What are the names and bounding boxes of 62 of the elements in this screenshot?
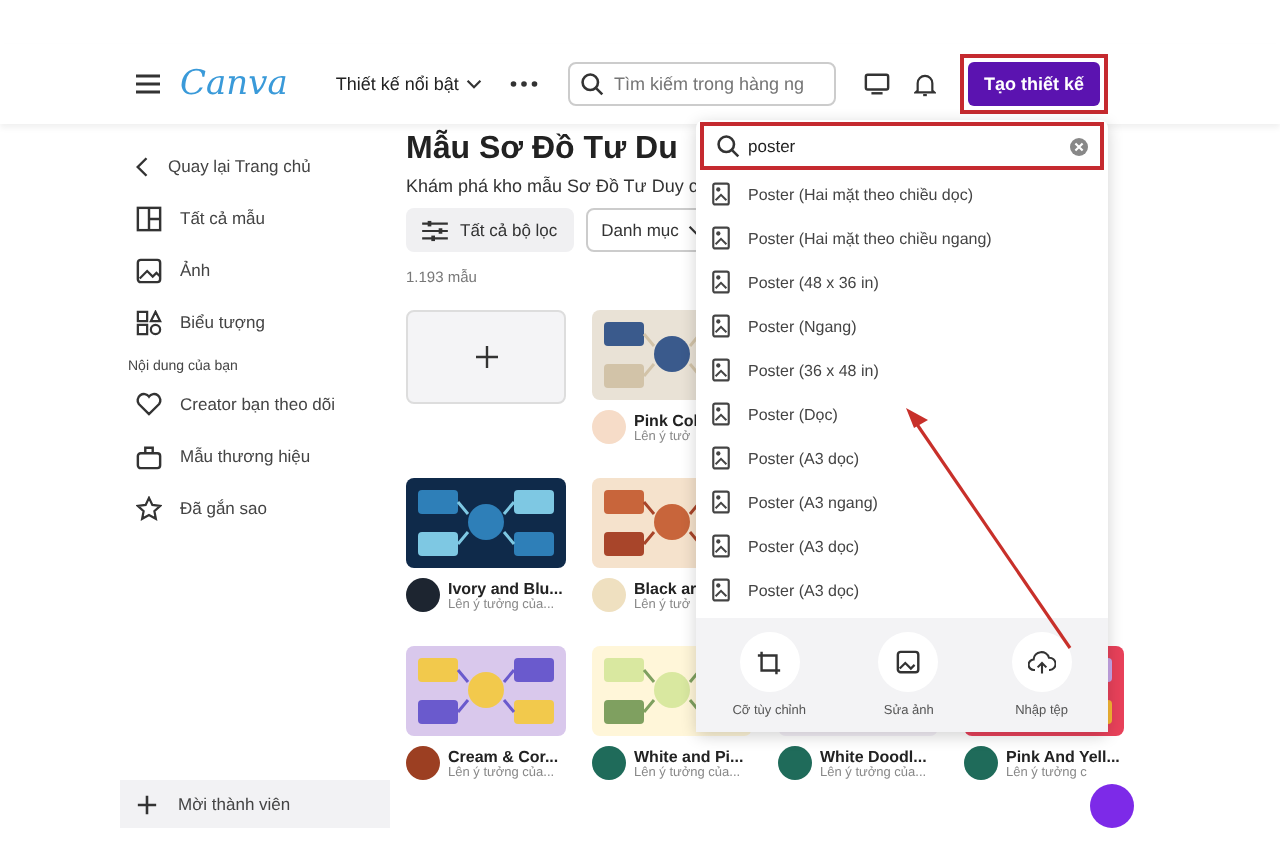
image-icon: [895, 649, 922, 675]
poster-icon: [712, 490, 730, 514]
search-suggestion[interactable]: Poster (36 x 48 in): [696, 348, 1108, 392]
search-suggestion[interactable]: Poster (48 x 36 in): [696, 260, 1108, 304]
search-suggestion[interactable]: Poster (A3 dọc): [696, 568, 1108, 612]
action-button[interactable]: [739, 632, 800, 692]
sidebar-item[interactable]: Biểu tượng: [120, 296, 390, 348]
crop-icon: [756, 649, 783, 675]
search-suggestion[interactable]: Poster (Dọc): [696, 392, 1108, 436]
action-button[interactable]: [1011, 632, 1072, 692]
cloud-upload-icon: [1027, 649, 1056, 675]
sidebar-item[interactable]: Đã gắn sao: [120, 482, 390, 534]
create-design-button[interactable]: Tạo thiết kế: [967, 62, 1100, 106]
briefcase-icon: [136, 443, 162, 469]
more-icon[interactable]: [510, 80, 539, 88]
search-suggestion[interactable]: Poster (A3 dọc): [696, 524, 1108, 568]
heart-icon: [136, 392, 162, 416]
sidebar-item[interactable]: Tất cả mẫu: [120, 192, 390, 244]
sliders-icon: [422, 219, 448, 241]
all-filters-button[interactable]: Tất cả bộ lọc: [406, 208, 574, 252]
poster-icon: [712, 270, 730, 294]
search-icon: [716, 134, 740, 158]
template-title[interactable]: White and Pi...: [634, 747, 744, 765]
poster-icon: [712, 226, 730, 250]
chevron-left-icon: [136, 155, 150, 177]
bell-icon[interactable]: [913, 71, 936, 97]
sidebar-item[interactable]: Creator bạn theo dõi: [120, 378, 390, 430]
caret-icon: [466, 78, 483, 90]
search-suggestion[interactable]: Poster (A3 ngang): [696, 480, 1108, 524]
poster-icon: [712, 578, 730, 602]
template-title[interactable]: Cream & Cor...: [448, 747, 559, 765]
poster-icon: [712, 446, 730, 470]
search-suggestion[interactable]: Poster (A3 dọc): [696, 436, 1108, 480]
image-icon: [136, 257, 162, 283]
poster-icon: [712, 314, 730, 338]
star-icon: [136, 495, 162, 521]
help-bubble[interactable]: [1090, 784, 1134, 828]
poster-icon: [712, 534, 730, 558]
template-title[interactable]: White Doodl...: [820, 747, 927, 765]
poster-icon: [712, 402, 730, 426]
invite-members-button[interactable]: Mời thành viên: [120, 780, 390, 828]
template-title[interactable]: Ivory and Blu...: [448, 579, 563, 597]
monitor-icon[interactable]: [863, 72, 890, 96]
poster-icon: [712, 182, 730, 206]
sidebar-item[interactable]: Ảnh: [120, 244, 390, 296]
template-title[interactable]: Black ar: [634, 579, 697, 597]
action-button[interactable]: [878, 632, 939, 692]
search-field[interactable]: Tìm kiếm trong hàng ng: [567, 62, 836, 106]
plus-icon: [136, 793, 158, 815]
template-title[interactable]: Pink And Yell...: [1006, 747, 1120, 765]
menu-icon[interactable]: [136, 74, 160, 94]
sidebar-item[interactable]: Mẫu thương hiệu: [120, 430, 390, 482]
layout-icon: [136, 205, 162, 231]
shapes-icon: [136, 309, 162, 335]
search-suggestion[interactable]: Poster (Ngang): [696, 304, 1108, 348]
poster-icon: [712, 358, 730, 382]
clear-icon[interactable]: [1070, 138, 1088, 156]
plus-icon: [475, 346, 497, 368]
page-title: Mẫu Sơ Đồ Tư Du: [406, 128, 678, 170]
search-icon: [579, 72, 604, 96]
back-link[interactable]: Quay lại Trang chủ: [120, 140, 390, 192]
nav-menu[interactable]: Thiết kế nổi bật: [335, 74, 483, 94]
